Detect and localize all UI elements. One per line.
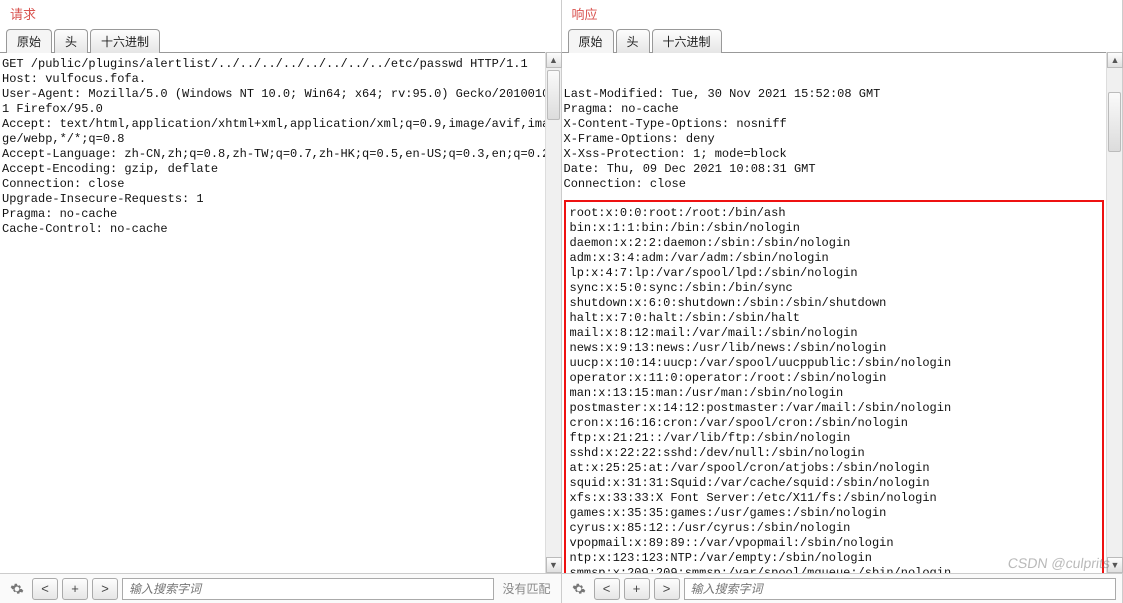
search-input[interactable] — [684, 578, 1117, 600]
tab-raw[interactable]: 原始 — [568, 29, 614, 53]
response-pane: 响应 原始 头 十六进制 Last-Modified: Tue, 30 Nov … — [562, 0, 1123, 603]
response-title: 响应 — [562, 0, 1123, 25]
search-plus-button[interactable]: + — [624, 578, 650, 600]
response-body-text: root:x:0:0:root:/root:/bin/ash bin:x:1:1… — [564, 200, 1105, 573]
tab-headers[interactable]: 头 — [616, 29, 650, 53]
response-scrollbar[interactable]: ▲ ▼ — [1106, 52, 1122, 573]
request-title: 请求 — [0, 0, 561, 25]
search-prev-button[interactable]: < — [32, 578, 58, 600]
tab-raw[interactable]: 原始 — [6, 29, 52, 53]
tab-hex[interactable]: 十六进制 — [90, 29, 160, 53]
response-headers-text: Last-Modified: Tue, 30 Nov 2021 15:52:08… — [562, 83, 1123, 200]
request-bottombar: < + > 没有匹配 — [0, 573, 561, 603]
search-plus-button[interactable]: + — [62, 578, 88, 600]
search-next-button[interactable]: > — [92, 578, 118, 600]
response-tabs: 原始 头 十六进制 — [562, 25, 1123, 53]
search-next-button[interactable]: > — [654, 578, 680, 600]
gear-icon[interactable] — [6, 578, 28, 600]
response-raw-content[interactable]: Last-Modified: Tue, 30 Nov 2021 15:52:08… — [562, 53, 1123, 573]
request-raw-content[interactable]: GET /public/plugins/alertlist/../../../.… — [0, 53, 561, 573]
request-tabs: 原始 头 十六进制 — [0, 25, 561, 53]
scroll-thumb[interactable] — [547, 70, 560, 120]
gear-icon[interactable] — [568, 578, 590, 600]
request-scrollbar[interactable]: ▲ ▼ — [545, 52, 561, 573]
response-bottombar: < + > — [562, 573, 1123, 603]
scroll-up-icon[interactable]: ▲ — [1107, 52, 1123, 68]
no-match-label: 没有匹配 — [498, 580, 554, 597]
search-prev-button[interactable]: < — [594, 578, 620, 600]
scroll-up-icon[interactable]: ▲ — [546, 52, 562, 68]
tab-headers[interactable]: 头 — [54, 29, 88, 53]
search-input[interactable] — [122, 578, 494, 600]
scroll-down-icon[interactable]: ▼ — [1107, 557, 1123, 573]
scroll-thumb[interactable] — [1108, 92, 1121, 152]
tab-hex[interactable]: 十六进制 — [652, 29, 722, 53]
scroll-down-icon[interactable]: ▼ — [546, 557, 562, 573]
request-pane: 请求 原始 头 十六进制 GET /public/plugins/alertli… — [0, 0, 562, 603]
